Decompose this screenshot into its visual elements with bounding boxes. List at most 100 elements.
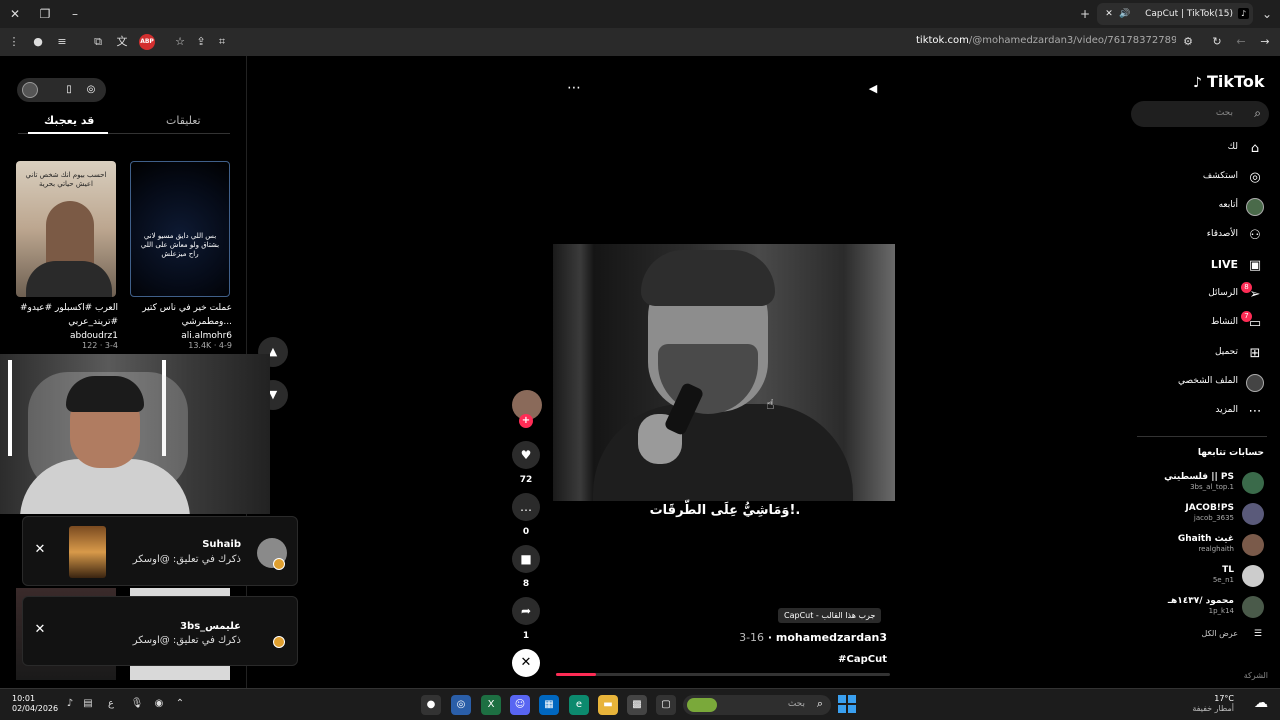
url-domain: tiktok.com <box>916 35 969 46</box>
progress-fill <box>556 673 597 676</box>
capcut-template-badge[interactable]: CapCut - جرب هذا القالب <box>778 608 882 623</box>
site-settings-icon[interactable]: ⚙ <box>1180 34 1196 50</box>
mention-notification[interactable]: ✕ 3bs_عليمس ذكرك في تعليق: @اوسكر <box>22 596 298 666</box>
video-author[interactable]: ali.almohr6 <box>130 331 232 341</box>
search-placeholder: بحث <box>1215 108 1233 118</box>
video-progress-bar[interactable] <box>556 673 890 676</box>
back-icon[interactable]: → <box>1257 34 1273 50</box>
language-indicator[interactable]: ع <box>104 697 118 711</box>
tab-menu-chevron-icon[interactable]: ⌄ <box>1258 5 1276 23</box>
capcut-icon[interactable]: ✕ <box>512 649 540 677</box>
nav-activity[interactable]: النشاط ▭ 7 <box>1140 311 1268 335</box>
close-notification-icon[interactable]: ✕ <box>33 543 47 557</box>
new-tab-icon[interactable]: + <box>1076 5 1094 23</box>
excel-app-icon[interactable]: X <box>481 695 501 715</box>
tab-you-may-like[interactable]: قد يعجبك <box>44 114 94 127</box>
microphone-icon[interactable]: 🎙 <box>130 697 144 711</box>
weather-widget[interactable]: 17°C أمطار خفيفة <box>1192 694 1234 714</box>
followed-account[interactable]: Ghaith غيث realghaith <box>1140 532 1268 560</box>
volume-icon[interactable]: ◀ <box>866 82 880 96</box>
video-caption[interactable]: عملت خير في ناس كتير ومطمرشي... <box>130 301 232 329</box>
nav-for-you[interactable]: لك ⌂ <box>1140 138 1268 160</box>
light-strip <box>8 360 12 456</box>
tab-comments[interactable]: تعليقات <box>166 114 201 127</box>
tiktok-logo[interactable]: ♪ TikTok <box>1193 72 1264 91</box>
taskbar-search[interactable]: بحث ⌕ <box>683 695 831 715</box>
like-count: 72 <box>519 475 533 485</box>
video-thumbnail[interactable]: احسب بيوم انك شخص تاني اعيش حياتي بحرية <box>16 161 116 297</box>
forward-icon[interactable]: ← <box>1233 34 1249 50</box>
clock[interactable]: 10:01 02/04/2026 <box>12 694 58 714</box>
minimize-window-icon[interactable]: – <box>66 5 84 23</box>
discord-app-icon[interactable]: ☺ <box>510 695 530 715</box>
share-icon[interactable]: ⇪ <box>193 34 209 50</box>
notification-message: ذكرك في تعليق: @اوسكر <box>132 554 241 565</box>
search-icon[interactable]: ⌕ <box>1254 106 1261 121</box>
extensions-icon[interactable]: ⧉ <box>90 34 106 50</box>
followed-account[interactable]: فلسطيني || PS 3bs_al_top.1 <box>1140 470 1268 498</box>
compass-icon[interactable]: ◎ <box>83 82 99 98</box>
bookmark-star-icon[interactable]: ☆ <box>172 34 188 50</box>
followed-account[interactable]: محمود /١٤٣٧هـ 1p_k14 <box>1140 594 1268 622</box>
search-input[interactable]: بحث ⌕ <box>1131 101 1269 127</box>
adblock-plus-icon[interactable]: ABP <box>139 34 155 50</box>
see-all-link[interactable]: عرض الكل ☰ <box>1140 629 1268 643</box>
comment-icon[interactable]: … <box>512 493 540 521</box>
nav-messages[interactable]: الرسائل ➢ 8 <box>1140 282 1268 306</box>
video-card[interactable]: احسب بيوم انك شخص تاني اعيش حياتي بحرية … <box>16 161 118 351</box>
windows-start-icon[interactable] <box>838 695 856 713</box>
address-bar: ⋮ ● ≡ ⧉ 文 ABP ☆ ⇪ ⌗ tiktok.com/@mohamedz… <box>0 28 1280 56</box>
volume-icon[interactable]: ♪ <box>63 697 77 711</box>
browser-menu-icon[interactable]: ⋮ <box>6 34 22 50</box>
more-options-icon[interactable]: ⋯ <box>566 80 582 96</box>
close-window-icon[interactable]: ✕ <box>6 5 24 23</box>
close-notification-icon[interactable]: ✕ <box>33 623 47 637</box>
company-link[interactable]: الشركة <box>1244 671 1268 680</box>
video-hashtag[interactable]: #CapCut <box>838 654 887 665</box>
nav-more[interactable]: المزيد ⋯ <box>1140 401 1268 423</box>
bluetooth-icon[interactable]: ◉ <box>152 697 166 711</box>
follow-plus-icon[interactable]: + <box>519 414 533 428</box>
show-hidden-icons-chevron-icon[interactable]: ⌃ <box>173 697 187 711</box>
chrome-app-icon[interactable]: ◎ <box>451 695 471 715</box>
nav-upload[interactable]: تحميل ⊞ <box>1140 343 1268 365</box>
video-caption[interactable]: #العرب #اكسبلور #عيدو #تريند_عربي #اكسبل… <box>16 301 118 329</box>
audio-playing-icon[interactable]: 🔊 <box>1119 3 1131 25</box>
edge-app-icon[interactable]: e <box>569 695 589 715</box>
video-author-line[interactable]: 3-16 · mohamedzardan3 <box>739 631 887 644</box>
premiere-app-icon[interactable]: ▩ <box>627 695 647 715</box>
task-view-icon[interactable]: ▢ <box>656 695 676 715</box>
video-thumbnail[interactable]: بس اللي دايق مسيو لاني بشتاق ولو معاش عل… <box>130 161 230 297</box>
nav-profile[interactable]: الملف الشخصي <box>1140 372 1268 394</box>
nav-following[interactable]: أتابعه <box>1140 196 1268 218</box>
store-app-icon[interactable]: ▦ <box>539 695 559 715</box>
queue-extension-icon[interactable]: ≡ <box>54 34 70 50</box>
tiktok-favicon-icon: ♪ <box>1238 8 1249 19</box>
nav-live[interactable]: LIVE ▣ <box>1140 255 1268 277</box>
video-author[interactable]: abdoudrz1 <box>16 331 118 341</box>
bookmark-icon[interactable]: ■ <box>512 545 540 573</box>
like-heart-icon[interactable]: ♥ <box>512 441 540 469</box>
more-dots-icon: ⋯ <box>1248 404 1262 419</box>
file-explorer-icon[interactable]: ▬ <box>598 695 618 715</box>
screenshot-icon[interactable]: ⌗ <box>214 34 230 50</box>
translate-extension-icon[interactable]: 文 <box>114 34 130 50</box>
share-arrow-icon[interactable]: ➦ <box>512 597 540 625</box>
obs-app-icon[interactable]: ● <box>421 695 441 715</box>
tab-close-icon[interactable]: ✕ <box>1103 3 1115 25</box>
mention-notification[interactable]: ✕ Suhaib ذكرك في تعليق: @اوسكر <box>22 516 298 586</box>
nav-explore[interactable]: استكشف ◎ <box>1140 167 1268 189</box>
network-icon[interactable]: ▤ <box>81 697 95 711</box>
nav-friends[interactable]: الأصدقاء ⚇ <box>1140 225 1268 247</box>
url-field[interactable]: tiktok.com/@mohamedzardan3/video/7617837… <box>916 35 1176 46</box>
followed-account[interactable]: JACOB!PS jacob_3635 <box>1140 501 1268 529</box>
browser-tab[interactable]: ✕ 🔊 CapCut | TikTok(15) ♪ <box>1097 3 1253 25</box>
restore-window-icon[interactable]: ❐ <box>36 5 54 23</box>
mobile-icon[interactable]: ▯ <box>61 82 77 98</box>
profile-extension-icon[interactable]: ● <box>30 34 46 50</box>
reload-icon[interactable]: ↻ <box>1209 34 1225 50</box>
video-card[interactable]: بس اللي دايق مسيو لاني بشتاق ولو معاش عل… <box>130 161 232 351</box>
video-player[interactable]: ☝ <box>553 244 895 501</box>
user-avatar[interactable] <box>22 82 38 98</box>
followed-account[interactable]: TL 5e_n1 <box>1140 563 1268 591</box>
